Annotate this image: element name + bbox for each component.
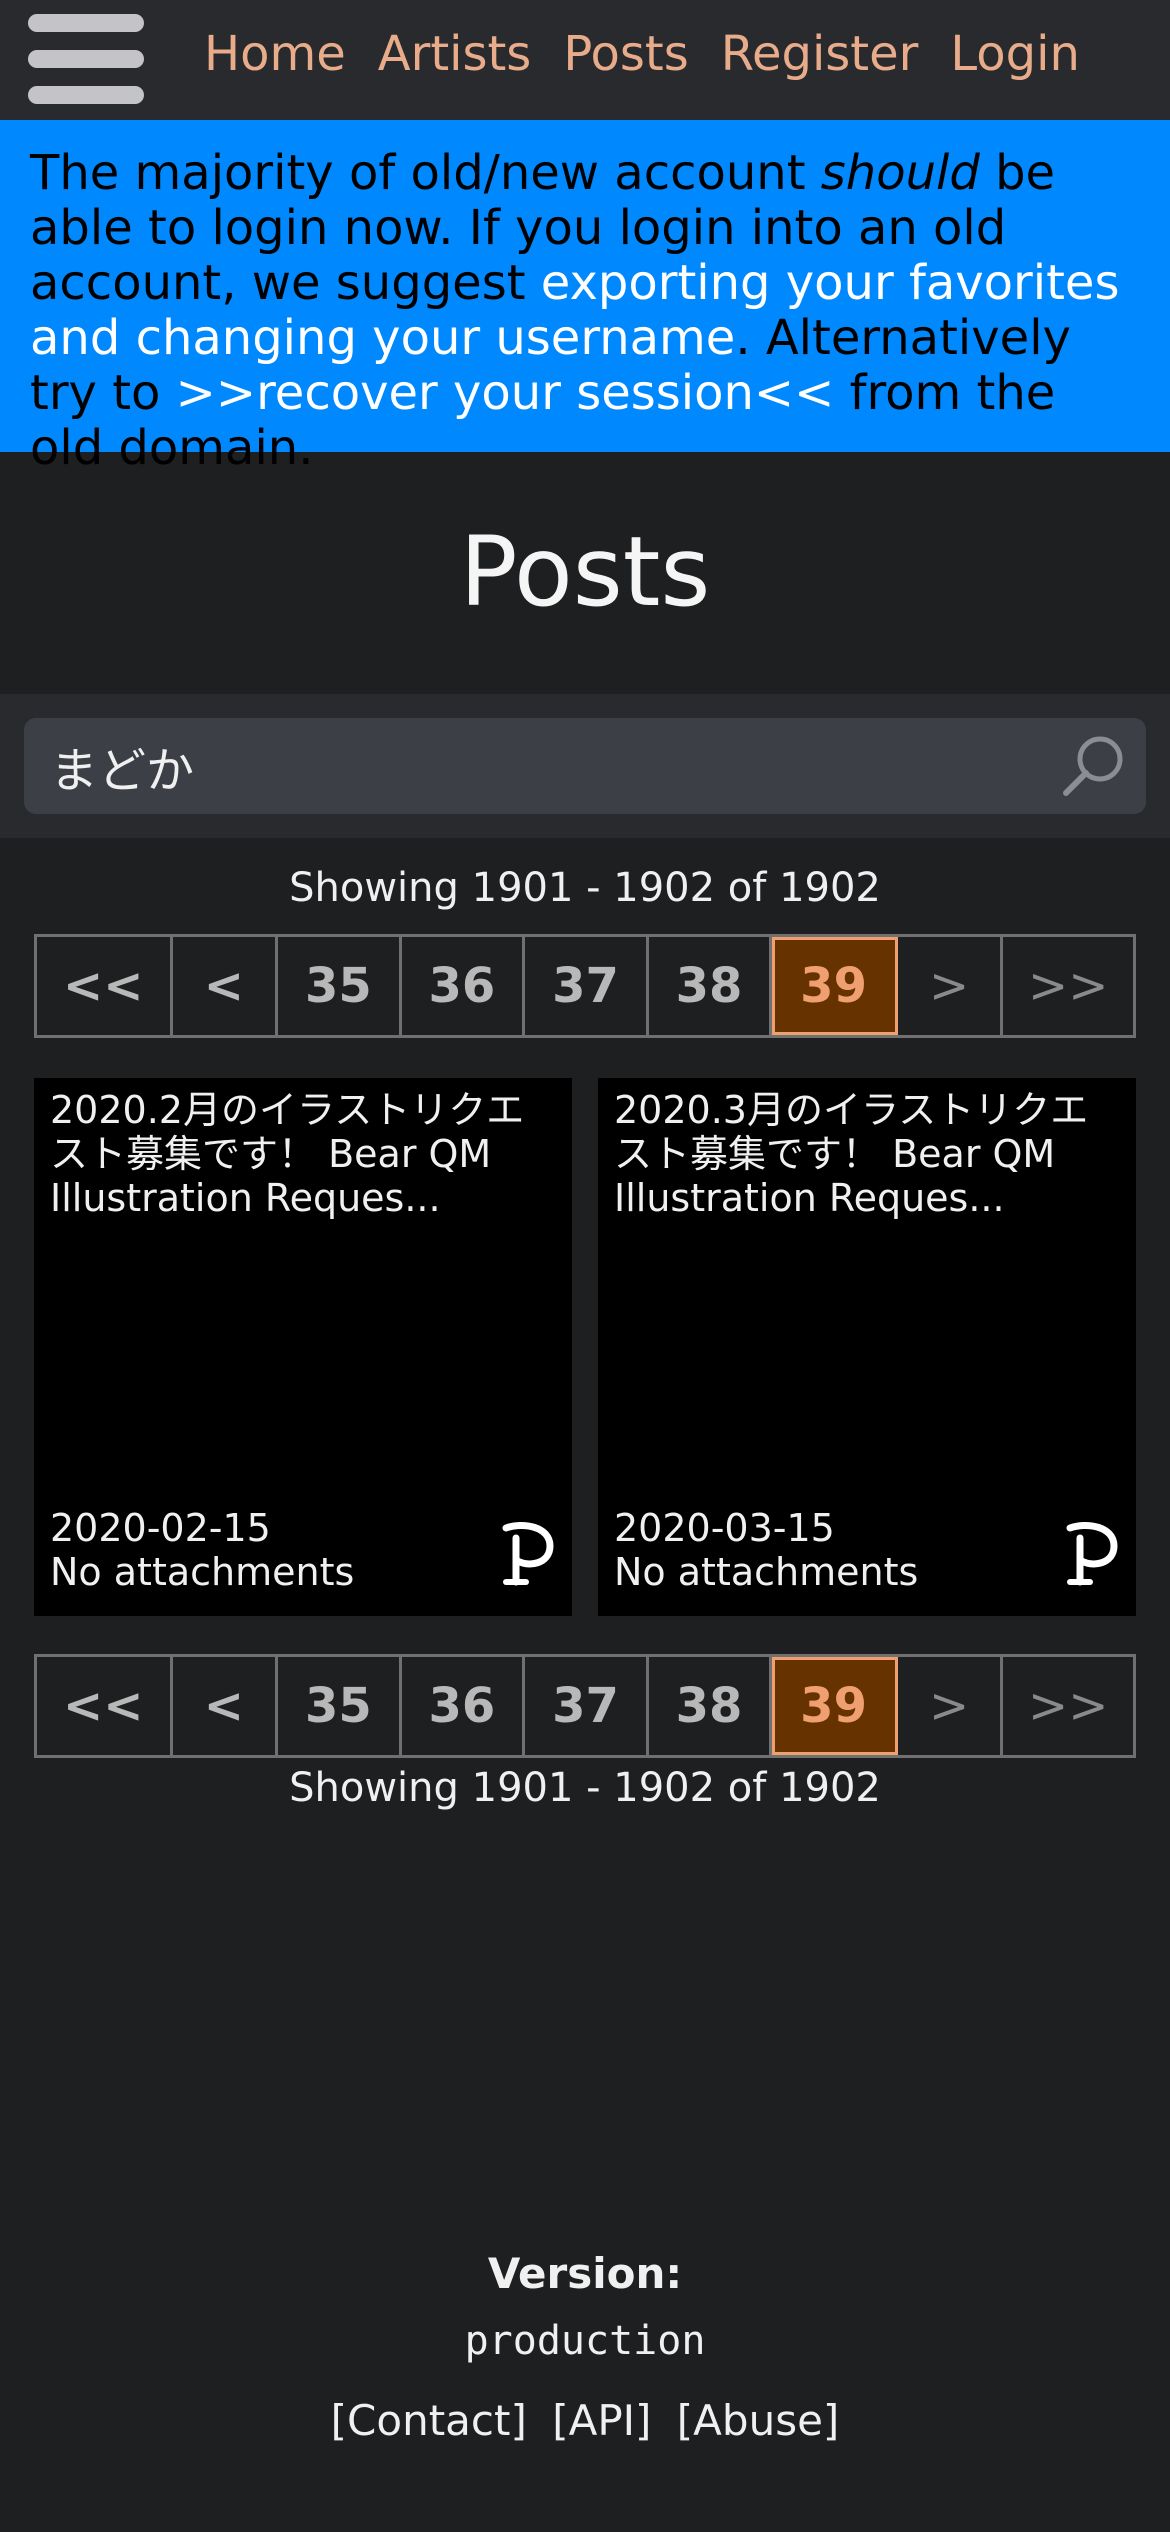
next-page-button[interactable]: > [898,937,1004,1035]
search-icon[interactable] [1060,732,1128,800]
pagination: << < 35 36 37 38 39 > >> [34,934,1136,1038]
recover-session-link[interactable]: >>recover your session<< [176,365,835,421]
post-footer: 2020-02-15 No attachments [50,1506,354,1594]
banner-emphasis: should [820,145,980,201]
post-title: 2020.2月のイラストリクエスト募集です！ Bear QM Illustrat… [50,1088,525,1220]
pagination-bottom: << < 35 36 37 38 39 > >> [34,1654,1136,1758]
results-count-bottom: Showing 1901 - 1902 of 1902 [289,1765,881,1811]
post-date: 2020-02-15 [50,1506,271,1550]
page-36-button[interactable]: 36 [402,937,526,1035]
nav-posts-link[interactable]: Posts [563,24,688,84]
page-title: Posts [459,516,711,628]
site-footer: Version: production [Contact] [API] [Abu… [0,2244,1170,2445]
search-bar [0,694,1170,838]
top-navigation: Home Artists Posts Register Login [0,0,1170,120]
first-page-button[interactable]: << [37,937,173,1035]
announcement-banner: The majority of old/new account should b… [0,120,1170,476]
last-page-button[interactable]: >> [1003,1657,1133,1755]
version-value: production [464,2318,706,2364]
prev-page-button[interactable]: < [173,1657,279,1755]
contact-link[interactable]: [Contact] [331,2396,527,2445]
nav-home-link[interactable]: Home [204,24,346,84]
results-count: Showing 1901 - 1902 of 1902 [289,865,881,911]
page-35-button[interactable]: 35 [278,937,402,1035]
current-page-button[interactable]: 39 [772,937,898,1035]
page-38-button[interactable]: 38 [649,1657,773,1755]
search-box [24,718,1146,814]
post-cards: 2020.2月のイラストリクエスト募集です！ Bear QM Illustrat… [34,1078,1136,1616]
post-attachments: No attachments [614,1550,919,1594]
last-page-button[interactable]: >> [1003,937,1133,1035]
prev-page-button[interactable]: < [173,937,279,1035]
nav-register-link[interactable]: Register [721,24,919,84]
api-link[interactable]: [API] [552,2396,651,2445]
abuse-link[interactable]: [Abuse] [677,2396,840,2445]
nav-links: Home Artists Posts Register Login [204,24,1112,84]
version-label: Version: [487,2249,683,2298]
nav-artists-link[interactable]: Artists [378,24,532,84]
menu-icon[interactable] [28,14,144,104]
nav-login-link[interactable]: Login [950,24,1080,84]
pixiv-fanbox-icon [502,1522,554,1586]
page-36-button[interactable]: 36 [402,1657,526,1755]
next-page-button[interactable]: > [898,1657,1004,1755]
post-footer: 2020-03-15 No attachments [614,1506,918,1594]
page-37-button[interactable]: 37 [525,937,649,1035]
banner-text: The majority of old/new account [30,145,821,201]
current-page-button[interactable]: 39 [772,1657,898,1755]
footer-links: [Contact] [API] [Abuse] [0,2396,1170,2445]
page-37-button[interactable]: 37 [525,1657,649,1755]
post-card[interactable]: 2020.3月のイラストリクエスト募集です！ Bear QM Illustrat… [598,1078,1136,1616]
post-attachments: No attachments [50,1550,355,1594]
search-input[interactable] [24,718,1024,814]
page-38-button[interactable]: 38 [649,937,773,1035]
page-35-button[interactable]: 35 [278,1657,402,1755]
pixiv-fanbox-icon [1066,1522,1118,1586]
first-page-button[interactable]: << [37,1657,173,1755]
post-card[interactable]: 2020.2月のイラストリクエスト募集です！ Bear QM Illustrat… [34,1078,572,1616]
post-date: 2020-03-15 [614,1506,835,1550]
post-title: 2020.3月のイラストリクエスト募集です！ Bear QM Illustrat… [614,1088,1089,1220]
